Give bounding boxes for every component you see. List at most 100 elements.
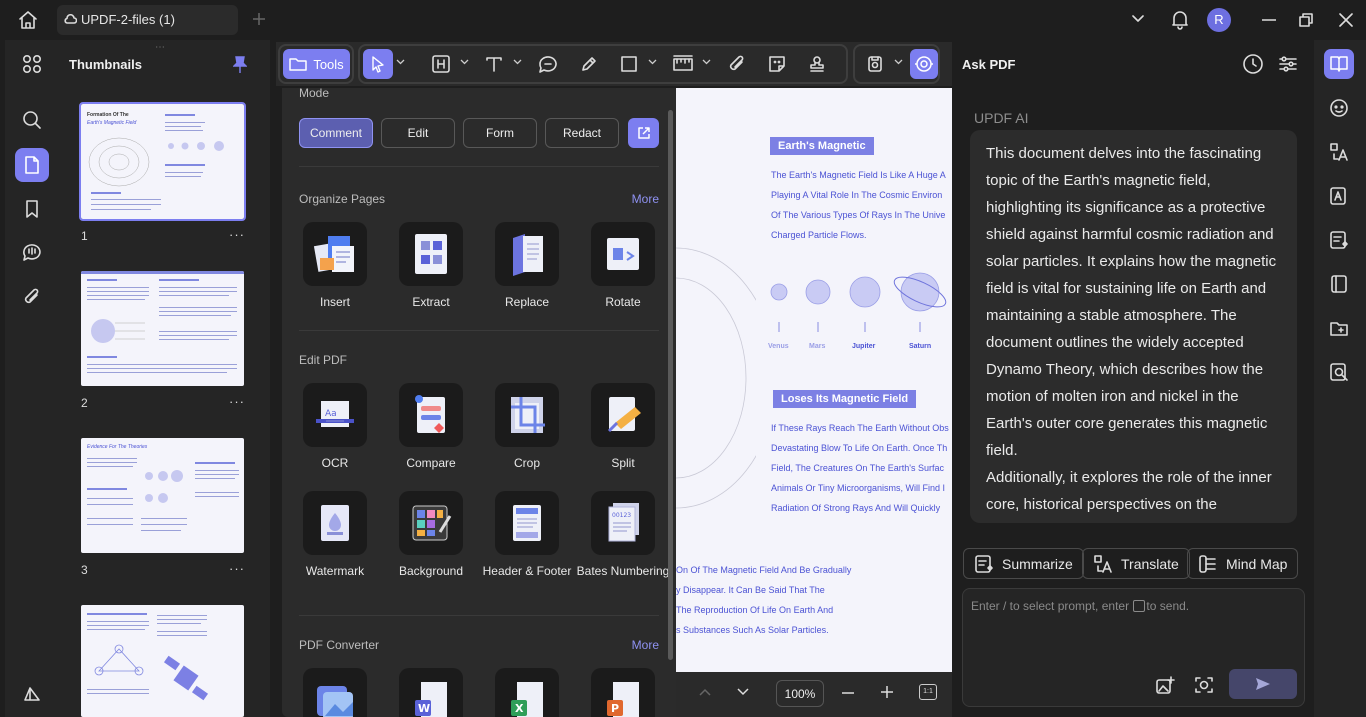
replace-tool[interactable] bbox=[495, 222, 559, 286]
doc-line: The Earth's Magnetic Field Is Like A Hug… bbox=[771, 170, 946, 180]
tools-panel-scrollbar[interactable] bbox=[668, 110, 673, 660]
zoom-in-icon[interactable] bbox=[880, 685, 894, 699]
theme-icon[interactable] bbox=[15, 676, 49, 710]
chevron-down-icon[interactable] bbox=[894, 59, 903, 65]
open-external-icon[interactable] bbox=[628, 118, 659, 148]
screenshot-icon[interactable] bbox=[1194, 675, 1214, 695]
rotate-tool[interactable] bbox=[591, 222, 655, 286]
insert-icon bbox=[313, 236, 354, 272]
new-tab-icon[interactable] bbox=[252, 12, 266, 26]
chevron-down-icon[interactable] bbox=[648, 59, 657, 65]
measure-icon[interactable] bbox=[668, 49, 698, 79]
paperclip-icon[interactable] bbox=[722, 49, 752, 79]
mode-edit[interactable]: Edit bbox=[381, 118, 455, 148]
pdf-to-excel-tool[interactable]: X bbox=[495, 668, 559, 717]
zoom-out-icon[interactable] bbox=[841, 692, 855, 694]
pages-icon[interactable] bbox=[15, 148, 49, 182]
mode-form[interactable]: Form bbox=[463, 118, 537, 148]
chevron-down-icon[interactable] bbox=[460, 59, 469, 65]
extract-tool[interactable] bbox=[399, 222, 463, 286]
svg-text:X: X bbox=[515, 702, 524, 715]
split-tool[interactable] bbox=[591, 383, 655, 447]
chevron-down-icon[interactable] bbox=[702, 59, 711, 65]
summarize-chip[interactable]: Summarize bbox=[963, 548, 1084, 579]
settings-sliders-icon[interactable] bbox=[1278, 54, 1298, 74]
page-down-icon[interactable] bbox=[736, 687, 750, 697]
document-page[interactable]: Earth's Magnetic The Earth's Magnetic Fi… bbox=[676, 88, 952, 672]
reader-rail-icon[interactable] bbox=[1324, 269, 1354, 299]
add-image-icon[interactable] bbox=[1155, 675, 1175, 695]
doc-line: Field, The Creatures On The Earth's Surf… bbox=[771, 463, 944, 473]
bell-icon[interactable] bbox=[1171, 10, 1189, 30]
bookmark-icon[interactable] bbox=[15, 192, 49, 226]
pin-icon[interactable] bbox=[233, 56, 247, 74]
compare-tool[interactable] bbox=[399, 383, 463, 447]
page-options-2[interactable]: ··· bbox=[229, 394, 245, 409]
file-tab[interactable]: UPDF-2-files (1) bbox=[57, 5, 238, 35]
history-icon[interactable] bbox=[1242, 53, 1264, 75]
ai-assistant-rail-icon[interactable] bbox=[1324, 93, 1354, 123]
doc-line: y Disappear. It Can Be Said That The bbox=[676, 585, 825, 595]
apps-grid-icon[interactable] bbox=[15, 47, 49, 81]
resize-handle[interactable]: ⋯ bbox=[155, 42, 167, 53]
insert-tool[interactable] bbox=[303, 222, 367, 286]
attachment-icon[interactable] bbox=[15, 280, 49, 314]
page-up-icon[interactable] bbox=[698, 687, 712, 697]
page-thumbnail-3[interactable]: Evidence For The Theories bbox=[81, 438, 244, 553]
translate-chip[interactable]: Translate bbox=[1082, 548, 1190, 579]
page-options-3[interactable]: ··· bbox=[229, 561, 245, 576]
search-icon[interactable] bbox=[15, 103, 49, 137]
page-thumbnail-4[interactable] bbox=[81, 605, 244, 717]
bates-numbering-tool[interactable]: 00123 bbox=[591, 491, 655, 555]
actual-size-button[interactable]: 1:1 bbox=[919, 684, 937, 700]
rectangle-shape-icon[interactable] bbox=[614, 49, 644, 79]
chevron-down-icon[interactable] bbox=[513, 59, 522, 65]
user-avatar[interactable]: R bbox=[1207, 8, 1231, 32]
summarize-rail-icon[interactable] bbox=[1324, 225, 1354, 255]
highlight-text-icon[interactable] bbox=[426, 49, 456, 79]
tools-button[interactable]: Tools bbox=[283, 49, 350, 79]
mind-map-chip[interactable]: Mind Map bbox=[1187, 548, 1299, 579]
converter-more-link[interactable]: More bbox=[632, 638, 659, 652]
watermark-tool[interactable] bbox=[303, 491, 367, 555]
pencil-icon[interactable] bbox=[574, 49, 604, 79]
compare-icon bbox=[415, 395, 445, 433]
mode-comment[interactable]: Comment bbox=[299, 118, 373, 148]
header-footer-tool[interactable] bbox=[495, 491, 559, 555]
chevron-down-icon[interactable] bbox=[1131, 14, 1145, 24]
search-document-rail-icon[interactable] bbox=[1324, 357, 1354, 387]
minimize-icon[interactable] bbox=[1262, 19, 1276, 21]
save-icon[interactable] bbox=[862, 49, 888, 79]
chevron-down-icon[interactable] bbox=[396, 59, 405, 65]
organize-more-link[interactable]: More bbox=[632, 192, 659, 206]
restore-icon[interactable] bbox=[1298, 12, 1314, 28]
crop-tool[interactable] bbox=[495, 383, 559, 447]
heading-earths-magnetic: Earth's Magnetic bbox=[770, 137, 874, 155]
ai-assistant-icon[interactable] bbox=[910, 49, 938, 79]
home-icon[interactable] bbox=[17, 10, 39, 30]
comment-icon[interactable] bbox=[533, 49, 563, 79]
pdf-to-image-tool[interactable] bbox=[303, 668, 367, 717]
text-tool-icon[interactable] bbox=[479, 49, 509, 79]
close-icon[interactable] bbox=[1339, 13, 1353, 27]
mode-redact[interactable]: Redact bbox=[545, 118, 619, 148]
page-thumbnail-1[interactable]: Formation Of The Earth's Magnetic Field bbox=[79, 102, 246, 221]
translate-rail-icon[interactable] bbox=[1324, 137, 1354, 167]
background-tool[interactable] bbox=[399, 491, 463, 555]
folder-add-rail-icon[interactable] bbox=[1324, 313, 1354, 343]
page-options-1[interactable]: ··· bbox=[229, 227, 245, 242]
doc-line: Of The Various Types Of Rays In The Univ… bbox=[771, 210, 946, 220]
send-button[interactable] bbox=[1229, 669, 1297, 699]
ocr-tool[interactable]: Aa bbox=[303, 383, 367, 447]
ai-chat-icon[interactable] bbox=[1324, 49, 1354, 79]
page-thumbnail-2[interactable] bbox=[81, 271, 244, 386]
prompt-input[interactable]: Enter / to select prompt, enter to send. bbox=[962, 588, 1305, 707]
pdf-to-word-tool[interactable]: W bbox=[399, 668, 463, 717]
comment-list-icon[interactable] bbox=[15, 235, 49, 269]
explain-rail-icon[interactable] bbox=[1324, 181, 1354, 211]
stamp-icon[interactable] bbox=[802, 49, 832, 79]
zoom-level[interactable]: 100% bbox=[776, 680, 824, 707]
pdf-to-ppt-tool[interactable]: P bbox=[591, 668, 655, 717]
select-cursor-icon[interactable] bbox=[363, 49, 393, 79]
sticker-icon[interactable] bbox=[762, 49, 792, 79]
